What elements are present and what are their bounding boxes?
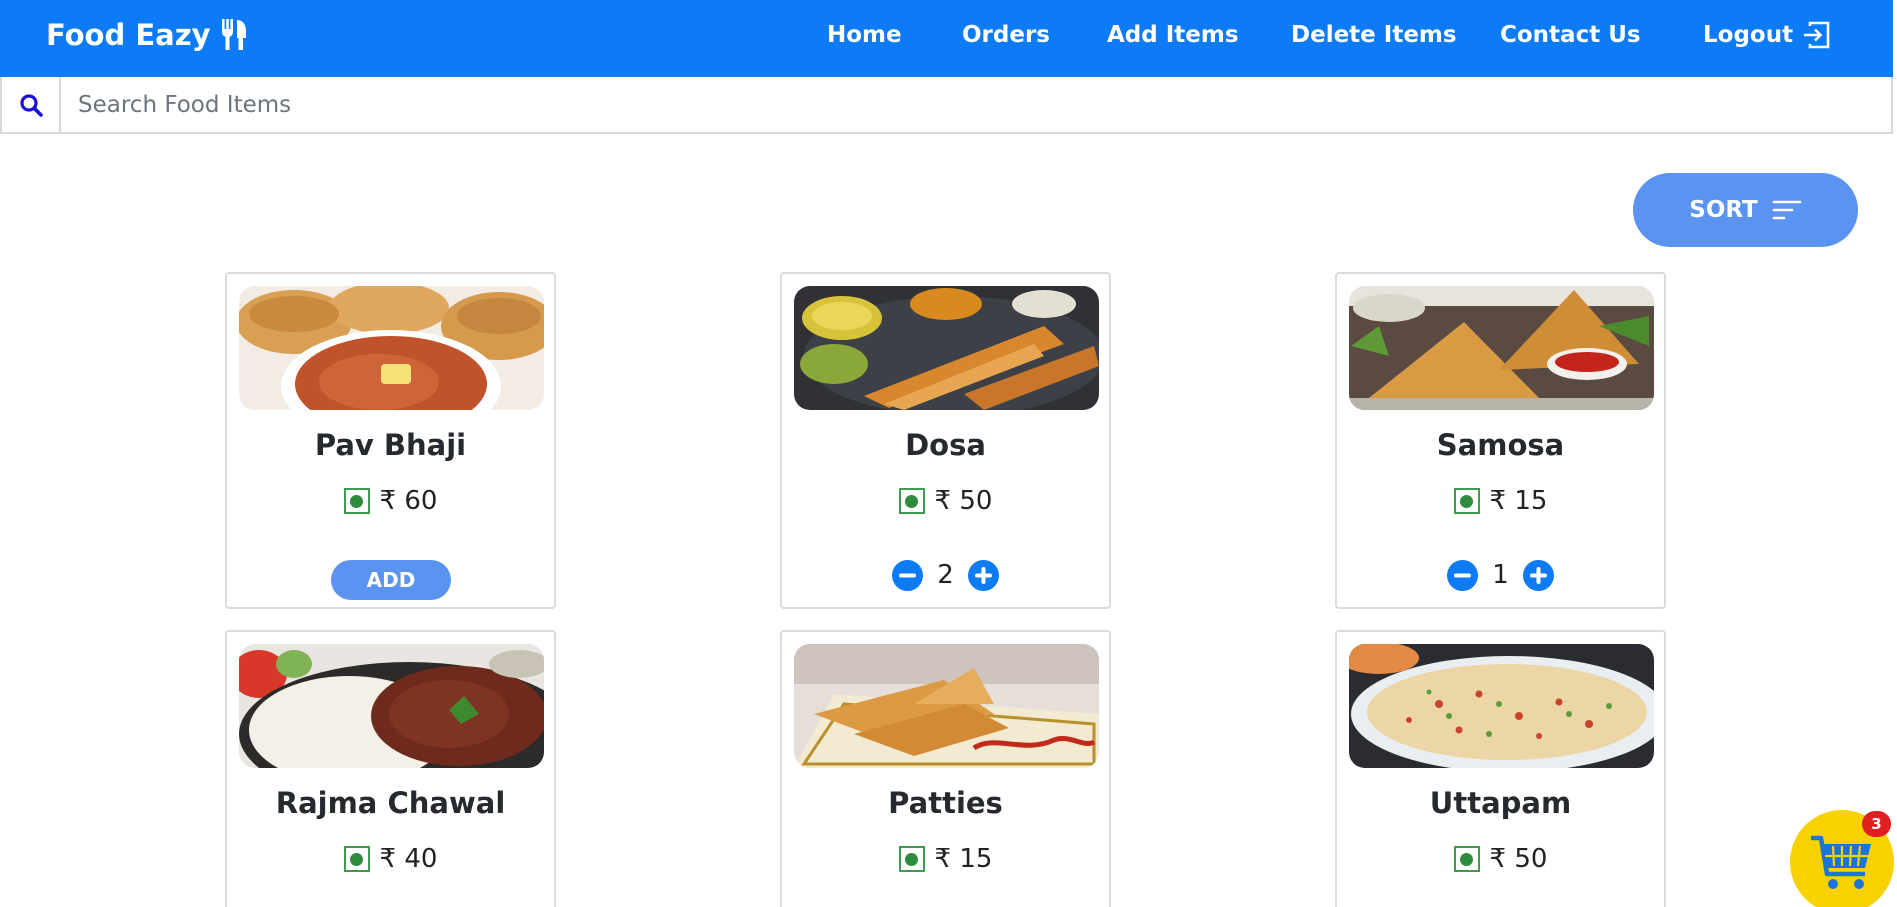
brand-name: Food Eazy — [46, 18, 211, 52]
veg-indicator-icon — [1453, 488, 1480, 514]
veg-indicator-icon — [1453, 846, 1480, 872]
decrease-quantity-button[interactable] — [1447, 559, 1479, 591]
food-price: ₹ 15 — [934, 844, 993, 874]
minus-icon — [899, 573, 917, 577]
plus-icon — [974, 566, 992, 584]
add-button[interactable]: ADD — [331, 560, 451, 600]
quantity-stepper: 2 — [782, 557, 1109, 593]
increase-quantity-button[interactable] — [967, 559, 999, 591]
search-icon — [19, 93, 43, 117]
minus-icon — [1454, 573, 1472, 577]
nav-orders[interactable]: Orders — [962, 20, 1050, 50]
food-name: Samosa — [1436, 428, 1565, 462]
top-navbar: Food Eazy Home Orders Add Items Delete I… — [0, 0, 1893, 77]
food-price: ₹ 60 — [379, 486, 438, 516]
food-name: Patties — [888, 786, 1003, 820]
food-card-patties: Patties ₹ 15 — [780, 630, 1111, 907]
nav-home[interactable]: Home — [827, 20, 902, 50]
plus-icon — [1529, 566, 1547, 584]
food-name: Dosa — [905, 428, 986, 462]
logout-label: Logout — [1703, 22, 1794, 48]
food-card-pav-bhaji: Pav Bhaji ₹ 60 ADD — [225, 272, 556, 609]
search-input[interactable] — [61, 77, 1891, 132]
veg-indicator-icon — [343, 488, 370, 514]
price-row: ₹ 60 — [227, 486, 554, 516]
food-image-rajma-chawal — [239, 644, 544, 768]
price-row: ₹ 15 — [1337, 486, 1664, 516]
food-image-dosa — [794, 286, 1099, 410]
search-button[interactable] — [2, 77, 61, 132]
nav-contact-us[interactable]: Contact Us — [1500, 20, 1641, 50]
price-row: ₹ 50 — [782, 486, 1109, 516]
increase-quantity-button[interactable] — [1522, 559, 1554, 591]
price-row: ₹ 40 — [227, 844, 554, 874]
food-price: ₹ 40 — [379, 844, 438, 874]
logout-icon — [1804, 21, 1830, 49]
food-name: Rajma Chawal — [275, 786, 506, 820]
quantity-value: 2 — [937, 560, 954, 590]
brand-logo[interactable]: Food Eazy — [46, 17, 247, 53]
food-name: Uttapam — [1429, 786, 1572, 820]
food-image-uttapam — [1349, 644, 1654, 768]
sort-label: SORT — [1689, 197, 1758, 223]
food-card-dosa: Dosa ₹ 50 2 — [780, 272, 1111, 609]
sort-lines-icon — [1772, 200, 1802, 220]
food-price: ₹ 50 — [1489, 844, 1548, 874]
veg-indicator-icon — [898, 846, 925, 872]
nav-logout[interactable]: Logout — [1703, 20, 1831, 50]
food-card-uttapam: Uttapam ₹ 50 — [1335, 630, 1666, 907]
sort-button[interactable]: SORT — [1633, 173, 1858, 247]
veg-indicator-icon — [343, 846, 370, 872]
search-bar — [0, 77, 1893, 134]
nav-delete-items[interactable]: Delete Items — [1291, 20, 1457, 50]
food-image-patties — [794, 644, 1099, 768]
utensils-icon — [221, 19, 246, 50]
food-price: ₹ 50 — [934, 486, 993, 516]
food-card-samosa: Samosa ₹ 15 1 — [1335, 272, 1666, 609]
nav-add-items[interactable]: Add Items — [1107, 20, 1239, 50]
food-card-rajma-chawal: Rajma Chawal ₹ 40 — [225, 630, 556, 907]
food-price: ₹ 15 — [1489, 486, 1548, 516]
cart-count-badge: 3 — [1862, 811, 1891, 837]
quantity-stepper: 1 — [1337, 557, 1664, 593]
price-row: ₹ 15 — [782, 844, 1109, 874]
shopping-cart-icon — [1811, 835, 1871, 889]
food-name: Pav Bhaji — [314, 428, 467, 462]
price-row: ₹ 50 — [1337, 844, 1664, 874]
veg-indicator-icon — [898, 488, 925, 514]
quantity-value: 1 — [1492, 560, 1509, 590]
food-image-pav-bhaji — [239, 286, 544, 410]
decrease-quantity-button[interactable] — [892, 559, 924, 591]
food-image-samosa — [1349, 286, 1654, 410]
